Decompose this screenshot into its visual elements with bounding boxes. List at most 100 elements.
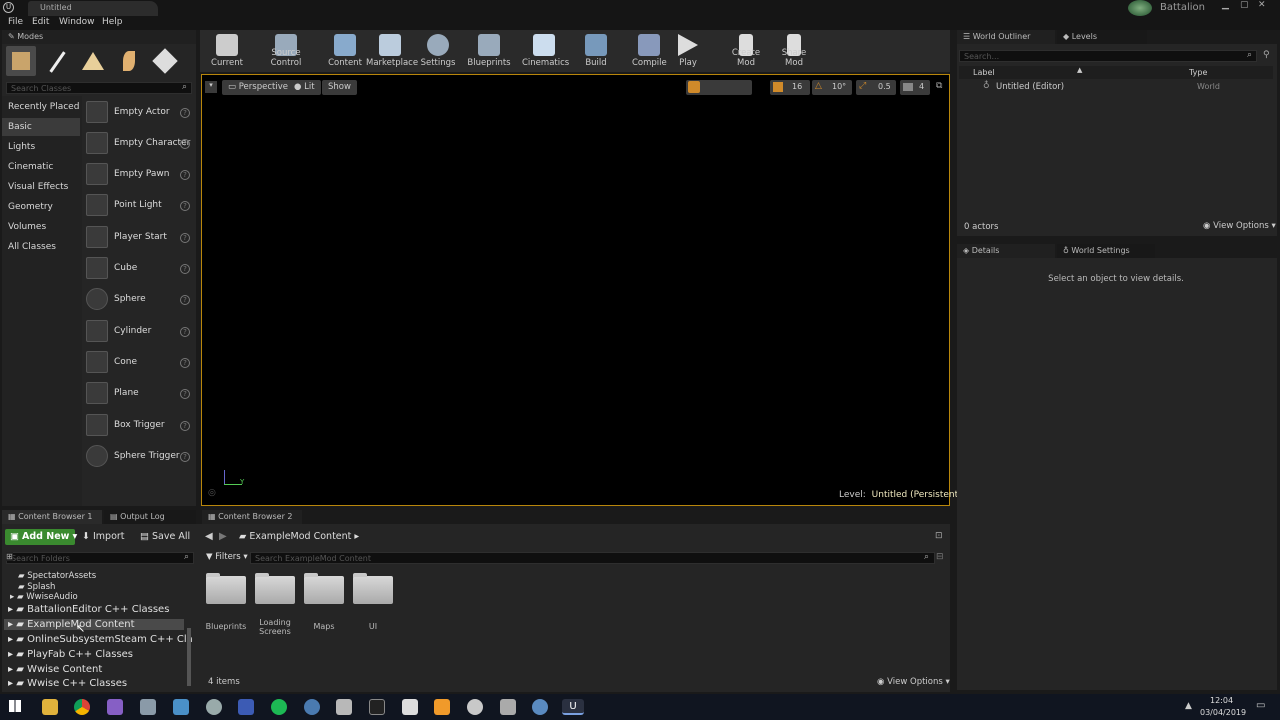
outliner-search-input[interactable]: Search... (959, 50, 1257, 62)
terminal-icon[interactable] (369, 699, 385, 715)
blueprints-button[interactable]: Blueprints (467, 32, 511, 70)
outliner-row[interactable]: ♁ Untitled (Editor) World (959, 81, 1273, 94)
app-icon[interactable] (336, 699, 352, 715)
content-folder[interactable] (304, 573, 344, 604)
expand-icon[interactable]: ▸ (8, 678, 16, 689)
expand-icon[interactable]: ▸ (8, 649, 16, 660)
rotation-snap[interactable]: △ 10° (812, 80, 852, 95)
tree-item[interactable]: ▸ ▰ PlayFab C++ Classes (8, 649, 133, 660)
menu-file[interactable]: File (8, 17, 23, 27)
details-tab[interactable]: ◈ Details (957, 244, 1055, 258)
app-icon[interactable] (467, 699, 483, 715)
category-recently-placed[interactable]: Recently Placed (2, 98, 80, 116)
help-icon[interactable]: ? (180, 108, 190, 118)
place-item[interactable]: Sphere Trigger? (84, 443, 196, 471)
place-item[interactable]: Box Trigger? (84, 412, 196, 440)
show-button[interactable]: Show (322, 80, 357, 95)
foliage-mode-icon[interactable] (114, 46, 144, 76)
search-classes-input[interactable]: Search Classes (6, 82, 192, 94)
help-icon[interactable]: ? (180, 233, 190, 243)
forward-arrow-icon[interactable]: ▶ (219, 531, 227, 542)
app-icon[interactable] (173, 699, 189, 715)
build-button[interactable]: Build (580, 32, 612, 70)
place-item[interactable]: Player Start? (84, 224, 196, 252)
play-button[interactable]: Play (674, 32, 702, 70)
expand-icon[interactable]: ▸ (8, 619, 16, 630)
breadcrumb[interactable]: ▰ ExampleMod Content ▸ (239, 531, 359, 542)
help-icon[interactable]: ? (180, 295, 190, 305)
chevron-right-icon[interactable]: ▸ (354, 531, 359, 542)
expand-icon[interactable]: ▸ (8, 634, 16, 645)
unreal-editor-icon[interactable]: U (562, 699, 584, 715)
help-icon[interactable]: ? (180, 389, 190, 399)
help-icon[interactable]: ? (180, 452, 190, 462)
lock-icon[interactable]: ⊡ (935, 531, 943, 541)
modes-tab[interactable]: ✎ Modes (2, 30, 196, 44)
close-button[interactable]: ✕ (1258, 0, 1266, 10)
place-item[interactable]: Empty Actor? (84, 99, 196, 127)
menu-edit[interactable]: Edit (32, 17, 49, 27)
tree-item[interactable]: ▸ ▰ Wwise Content (8, 664, 102, 675)
visual-studio-icon[interactable] (107, 699, 123, 715)
place-mode-icon[interactable] (6, 46, 36, 76)
tree-item[interactable]: ▸ ▰ BattalionEditor C++ Classes (8, 604, 169, 615)
lit-button[interactable]: ● Lit (288, 80, 321, 95)
help-icon[interactable]: ? (180, 264, 190, 274)
menu-window[interactable]: Window (59, 17, 95, 27)
geometry-mode-icon[interactable] (150, 46, 180, 76)
tree-item[interactable]: ▸ ▰ Wwise C++ Classes (8, 678, 127, 689)
help-icon[interactable]: ? (180, 421, 190, 431)
category-all-classes[interactable]: All Classes (2, 238, 80, 256)
place-item[interactable]: Cylinder? (84, 318, 196, 346)
maximize-viewport-icon[interactable]: ⧉ (936, 81, 942, 91)
tree-item[interactable]: ▰ SpectatorAssets (18, 571, 96, 581)
paint-mode-icon[interactable] (42, 46, 72, 76)
search-content-input[interactable]: Search ExampleMod Content (250, 552, 935, 564)
back-arrow-icon[interactable]: ◀ (205, 531, 213, 542)
tree-item[interactable]: ▸ ▰ WwiseAudio (10, 592, 78, 602)
save-search-icon[interactable]: ⊟ (936, 552, 944, 562)
viewport-menu-icon[interactable]: ▾ (205, 81, 217, 93)
help-icon[interactable]: ? (180, 327, 190, 337)
category-lights[interactable]: Lights (2, 138, 80, 156)
transform-tools[interactable] (686, 80, 752, 95)
app-icon[interactable] (140, 699, 156, 715)
expand-icon[interactable]: ▸ (8, 664, 16, 675)
chrome-icon[interactable] (74, 699, 90, 715)
label-column-header[interactable]: Label (973, 68, 995, 77)
app-icon[interactable] (206, 699, 222, 715)
tree-scrollbar[interactable] (187, 628, 191, 686)
world-settings-tab[interactable]: ♁ World Settings (1057, 244, 1155, 258)
sublime-text-icon[interactable] (434, 699, 450, 715)
import-button[interactable]: ⬇ Import (82, 531, 125, 542)
grid-snap[interactable]: 16 (770, 80, 810, 95)
collapse-sources-icon[interactable]: ⊞ (6, 552, 13, 561)
help-icon[interactable]: ? (180, 358, 190, 368)
calculator-icon[interactable] (402, 699, 418, 715)
save-current-button[interactable]: Save Current (203, 32, 251, 70)
help-icon[interactable]: ? (180, 139, 190, 149)
filters-button[interactable]: ▼ Filters ▾ (206, 552, 248, 562)
marketplace-button[interactable]: Marketplace (366, 32, 418, 70)
landscape-mode-icon[interactable] (78, 46, 108, 76)
unreal-logo-icon[interactable]: U (3, 2, 14, 13)
content-folder[interactable] (255, 573, 295, 604)
tray-chevron-icon[interactable]: ▲ (1185, 701, 1192, 711)
translate-icon[interactable] (688, 81, 700, 93)
help-icon[interactable]: ? (180, 201, 190, 211)
scale-snap[interactable]: ⤢ 0.5 (856, 80, 896, 95)
menu-help[interactable]: Help (102, 17, 123, 27)
outliner-view-options-button[interactable]: ◉ View Options ▾ (1203, 221, 1276, 231)
place-item[interactable]: Cube? (84, 255, 196, 283)
camera-speed[interactable]: 4 (900, 80, 930, 95)
share-mod-button[interactable]: Share Mod (772, 32, 816, 70)
source-control-button[interactable]: Source Control (256, 32, 316, 70)
world-outliner-tab[interactable]: ☰ World Outliner (957, 30, 1055, 44)
category-basic[interactable]: Basic (2, 118, 80, 136)
expand-icon[interactable]: ▸ (10, 592, 17, 602)
place-item[interactable]: Empty Pawn? (84, 161, 196, 189)
outliner-settings-icon[interactable]: ⚲ (1263, 50, 1270, 60)
settings-button[interactable]: Settings (420, 32, 456, 70)
file-explorer-icon[interactable] (42, 699, 58, 715)
type-column-header[interactable]: Type (1189, 68, 1207, 77)
